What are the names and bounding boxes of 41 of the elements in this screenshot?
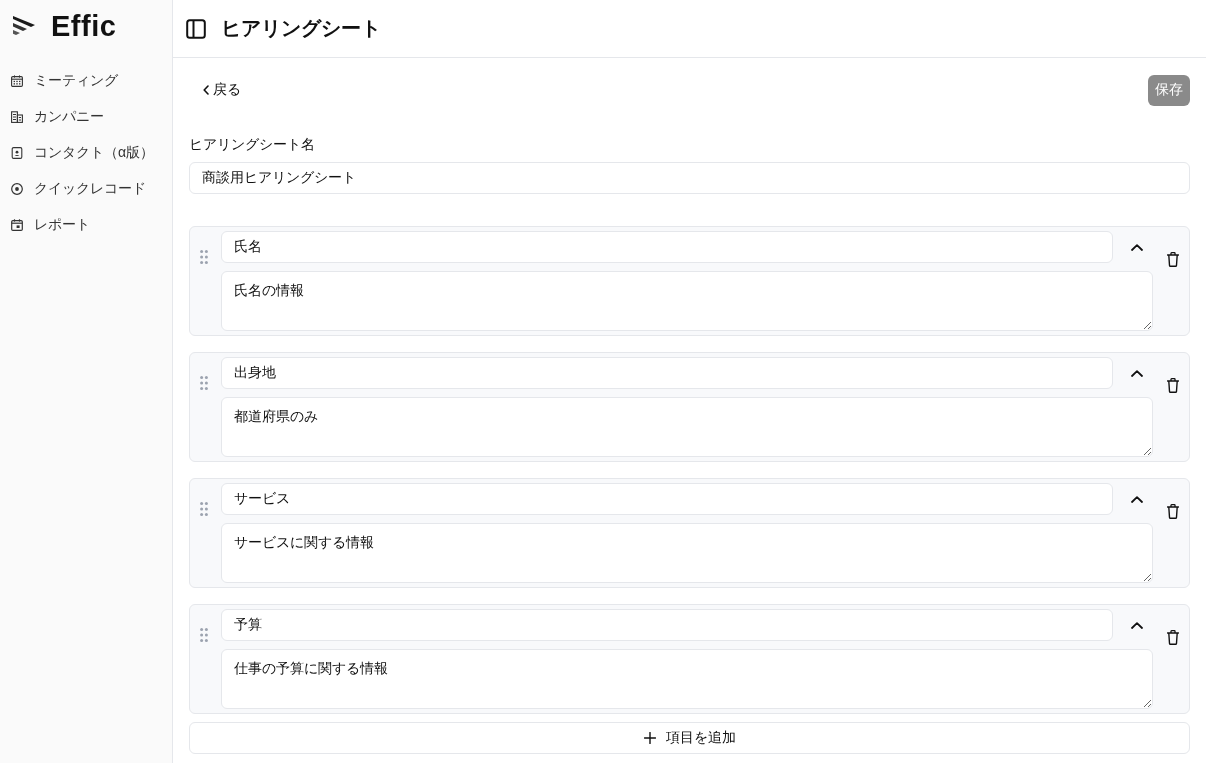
back-button[interactable]: 戻る bbox=[189, 74, 249, 106]
sidebar-toggle-button[interactable] bbox=[185, 17, 207, 40]
drag-handle-icon[interactable] bbox=[200, 502, 208, 516]
drag-handle-icon[interactable] bbox=[200, 250, 208, 264]
plus-icon bbox=[643, 732, 656, 744]
page-title: ヒアリングシート bbox=[221, 16, 381, 41]
building-icon bbox=[11, 111, 23, 123]
add-item-button[interactable]: 項目を追加 bbox=[189, 722, 1190, 754]
contact-card-icon bbox=[11, 147, 23, 159]
drag-handle-icon[interactable] bbox=[200, 628, 208, 642]
chevron-left-icon bbox=[203, 85, 209, 95]
calendar-icon bbox=[11, 219, 23, 231]
trash-icon bbox=[1167, 377, 1179, 393]
trash-icon bbox=[1167, 503, 1179, 519]
trash-icon bbox=[1167, 251, 1179, 267]
sidebar-item[interactable]: ミーティング bbox=[0, 63, 172, 99]
item-title-field[interactable]: 氏名 bbox=[221, 231, 1113, 263]
chevron-up-icon bbox=[1131, 621, 1143, 629]
item-title-field[interactable]: 予算 bbox=[221, 609, 1113, 641]
trash-icon bbox=[1167, 629, 1179, 645]
item-description-field[interactable]: 都道府県のみ bbox=[221, 397, 1153, 457]
sheet-name-field[interactable]: 商談用ヒアリングシート bbox=[189, 162, 1190, 194]
logo-text: Effic bbox=[51, 9, 117, 43]
drag-handle-icon[interactable] bbox=[200, 376, 208, 390]
item-description-field[interactable]: サービスに関する情報 bbox=[221, 523, 1153, 583]
calendar-icon bbox=[11, 75, 23, 87]
sidebar-item[interactable]: クイックレコード bbox=[0, 171, 172, 207]
item-title-field[interactable]: サービス bbox=[221, 483, 1113, 515]
target-icon bbox=[11, 183, 23, 195]
sidebar-toggle-icon bbox=[186, 18, 206, 39]
chevron-up-icon bbox=[1131, 243, 1143, 251]
item-description-field[interactable]: 氏名の情報 bbox=[221, 271, 1153, 331]
chevron-up-icon bbox=[1131, 369, 1143, 377]
sheet-name-label: ヒアリングシート名 bbox=[189, 135, 316, 154]
item-title-field[interactable]: 出身地 bbox=[221, 357, 1113, 389]
chevron-up-icon bbox=[1131, 495, 1143, 503]
sidebar-item[interactable]: レポート bbox=[0, 207, 172, 243]
logo-icon bbox=[12, 15, 36, 37]
sidebar-item[interactable]: コンタクト（α版） bbox=[0, 135, 172, 171]
item-description-field[interactable]: 仕事の予算に関する情報 bbox=[221, 649, 1153, 709]
sidebar-item[interactable]: カンパニー bbox=[0, 99, 172, 135]
